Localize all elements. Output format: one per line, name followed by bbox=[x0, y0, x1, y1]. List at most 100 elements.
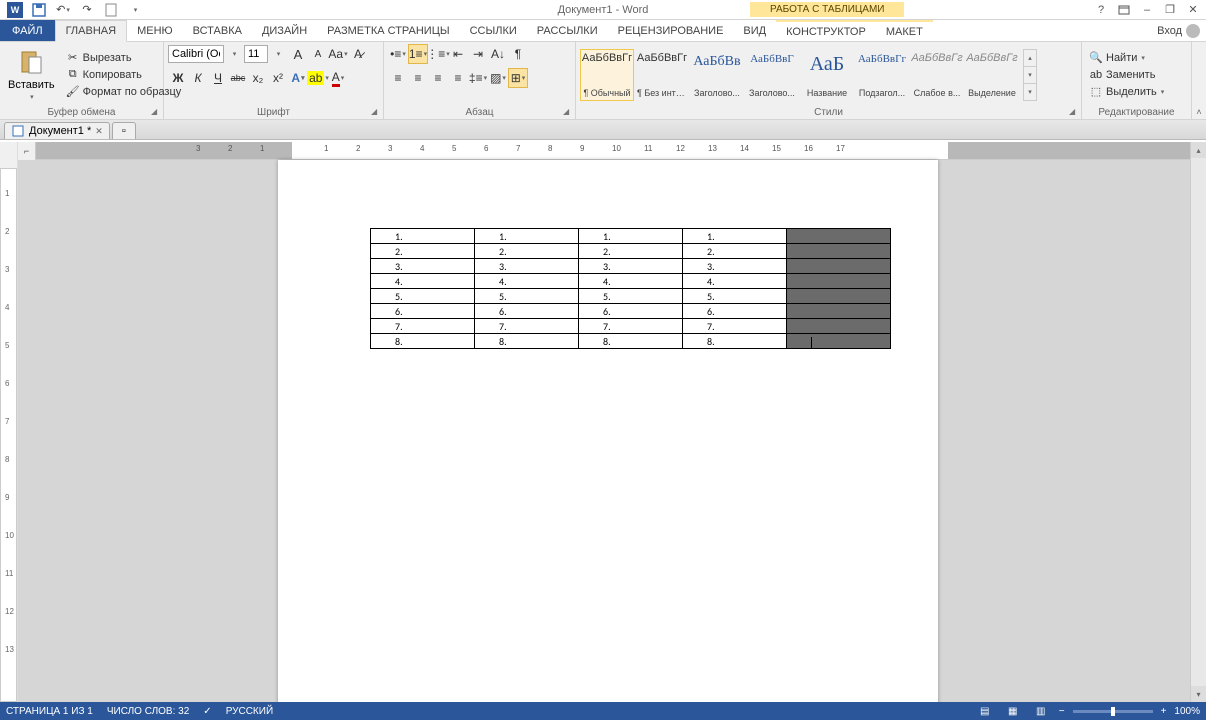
replace-button[interactable]: abЗаменить bbox=[1086, 67, 1167, 83]
align-right-icon[interactable]: ≡ bbox=[428, 68, 448, 88]
font-launcher-icon[interactable]: ◢ bbox=[371, 107, 381, 117]
document-area[interactable]: ⌐ 3211234567891011121314151617 1.1.1.1.2… bbox=[18, 142, 1190, 702]
tab-home[interactable]: ГЛАВНАЯ bbox=[55, 20, 127, 42]
scroll-up-icon[interactable]: ▴ bbox=[1191, 142, 1206, 158]
decrease-indent-icon[interactable]: ⇤ bbox=[448, 44, 468, 64]
zoom-in-icon[interactable]: + bbox=[1161, 706, 1167, 717]
table-cell[interactable]: 7. bbox=[475, 319, 579, 334]
bold-button[interactable]: Ж bbox=[168, 68, 188, 88]
table-cell[interactable]: 4. bbox=[371, 274, 475, 289]
table-cell[interactable]: 1. bbox=[683, 229, 787, 244]
zoom-slider[interactable] bbox=[1073, 710, 1153, 713]
table-cell[interactable] bbox=[787, 289, 891, 304]
status-language[interactable]: РУССКИЙ bbox=[226, 706, 273, 717]
bullets-icon[interactable]: •≡▾ bbox=[388, 44, 408, 64]
para-launcher-icon[interactable]: ◢ bbox=[563, 107, 573, 117]
table-cell[interactable]: 2. bbox=[683, 244, 787, 259]
tab-table-layout[interactable]: МАКЕТ bbox=[876, 20, 933, 41]
tab-references[interactable]: ССЫЛКИ bbox=[460, 20, 527, 41]
table-cell[interactable]: 8. bbox=[371, 334, 475, 349]
document-tab[interactable]: Документ1 * ✕ bbox=[4, 122, 110, 139]
table-cell[interactable] bbox=[787, 334, 891, 349]
font-name-input[interactable] bbox=[168, 45, 224, 63]
table-cell[interactable]: 5. bbox=[683, 289, 787, 304]
avatar-icon[interactable] bbox=[1186, 24, 1200, 38]
table-cell[interactable] bbox=[787, 304, 891, 319]
table-cell[interactable]: 3. bbox=[371, 259, 475, 274]
tab-design[interactable]: ДИЗАЙН bbox=[252, 20, 317, 41]
new-doc-icon[interactable] bbox=[100, 1, 122, 19]
table-cell[interactable]: 7. bbox=[371, 319, 475, 334]
status-proofing-icon[interactable]: ✓ bbox=[203, 706, 211, 717]
style-item[interactable]: АаБбВвГЗаголово... bbox=[745, 49, 799, 101]
underline-button[interactable]: Ч bbox=[208, 68, 228, 88]
scroll-down-icon[interactable]: ▾ bbox=[1191, 686, 1206, 702]
table-cell[interactable]: 7. bbox=[683, 319, 787, 334]
table-cell[interactable] bbox=[787, 274, 891, 289]
doc-tab-close-icon[interactable]: ✕ bbox=[95, 126, 103, 137]
style-item[interactable]: АаБНазвание bbox=[800, 49, 854, 101]
table-cell[interactable]: 6. bbox=[475, 304, 579, 319]
styles-scroll-up-icon[interactable]: ▴ bbox=[1024, 50, 1036, 67]
tab-menu[interactable]: Меню bbox=[127, 20, 183, 41]
collapse-ribbon-icon[interactable]: ˄ bbox=[1196, 107, 1201, 117]
table-cell[interactable]: 1. bbox=[475, 229, 579, 244]
table-cell[interactable]: 6. bbox=[579, 304, 683, 319]
table-cell[interactable]: 2. bbox=[579, 244, 683, 259]
borders-icon[interactable]: ⊞▾ bbox=[508, 68, 528, 88]
style-item[interactable]: АаБбВвГгВыделение bbox=[965, 49, 1019, 101]
table-cell[interactable] bbox=[787, 244, 891, 259]
tab-selector-icon[interactable]: ⌐ bbox=[18, 142, 36, 160]
sort-icon[interactable]: A↓ bbox=[488, 44, 508, 64]
table-cell[interactable]: 3. bbox=[579, 259, 683, 274]
paste-button[interactable]: Вставить ▾ bbox=[4, 47, 59, 103]
ribbon-display-icon[interactable] bbox=[1113, 1, 1135, 19]
qat-customize-icon[interactable]: ▾ bbox=[124, 1, 146, 19]
status-page[interactable]: СТРАНИЦА 1 ИЗ 1 bbox=[6, 706, 93, 717]
table-cell[interactable]: 5. bbox=[371, 289, 475, 304]
show-marks-icon[interactable]: ¶ bbox=[508, 44, 528, 64]
tab-review[interactable]: РЕЦЕНЗИРОВАНИЕ bbox=[608, 20, 734, 41]
vertical-scrollbar[interactable]: ▴ ▾ bbox=[1190, 142, 1206, 702]
table-cell[interactable]: 4. bbox=[683, 274, 787, 289]
table-cell[interactable]: 5. bbox=[475, 289, 579, 304]
styles-launcher-icon[interactable]: ◢ bbox=[1069, 107, 1079, 117]
table-cell[interactable]: 3. bbox=[475, 259, 579, 274]
table-cell[interactable]: 8. bbox=[579, 334, 683, 349]
minimize-icon[interactable]: – bbox=[1136, 1, 1158, 19]
grow-font-icon[interactable]: A bbox=[288, 44, 308, 64]
maximize-icon[interactable]: ❐ bbox=[1159, 1, 1181, 19]
shading-icon[interactable]: ▨▾ bbox=[488, 68, 508, 88]
subscript-button[interactable]: x₂ bbox=[248, 68, 268, 88]
close-icon[interactable]: ✕ bbox=[1182, 1, 1204, 19]
table-cell[interactable]: 6. bbox=[683, 304, 787, 319]
view-print-icon[interactable]: ▦ bbox=[1003, 704, 1023, 718]
font-size-input[interactable] bbox=[244, 45, 268, 63]
select-button[interactable]: ⬚Выделить▾ bbox=[1086, 84, 1167, 100]
table-cell[interactable]: 1. bbox=[371, 229, 475, 244]
font-color-icon[interactable]: A▾ bbox=[328, 68, 348, 88]
justify-icon[interactable]: ≡ bbox=[448, 68, 468, 88]
clear-format-icon[interactable]: A̷ bbox=[348, 44, 368, 64]
highlight-icon[interactable]: ab▾ bbox=[308, 68, 328, 88]
table-cell[interactable]: 6. bbox=[371, 304, 475, 319]
table-cell[interactable]: 7. bbox=[579, 319, 683, 334]
word-app-icon[interactable]: W bbox=[4, 1, 26, 19]
status-words[interactable]: ЧИСЛО СЛОВ: 32 bbox=[107, 706, 189, 717]
align-center-icon[interactable]: ≡ bbox=[408, 68, 428, 88]
table-cell[interactable]: 2. bbox=[475, 244, 579, 259]
table-cell[interactable]: 3. bbox=[683, 259, 787, 274]
zoom-out-icon[interactable]: − bbox=[1059, 706, 1065, 717]
table-cell[interactable] bbox=[787, 229, 891, 244]
document-tab-new[interactable]: ▫ bbox=[112, 122, 136, 139]
table-cell[interactable] bbox=[787, 319, 891, 334]
table-cell[interactable]: 1. bbox=[579, 229, 683, 244]
table-cell[interactable]: 2. bbox=[371, 244, 475, 259]
multilevel-icon[interactable]: ⋮≡▾ bbox=[428, 44, 448, 64]
help-icon[interactable]: ? bbox=[1090, 1, 1112, 19]
numbering-icon[interactable]: 1≡▾ bbox=[408, 44, 428, 64]
page[interactable]: 1.1.1.1.2.2.2.2.3.3.3.3.4.4.4.4.5.5.5.5.… bbox=[278, 160, 938, 702]
view-read-icon[interactable]: ▤ bbox=[975, 704, 995, 718]
tab-file[interactable]: ФАЙЛ bbox=[0, 20, 55, 41]
strike-button[interactable]: abc bbox=[228, 68, 248, 88]
